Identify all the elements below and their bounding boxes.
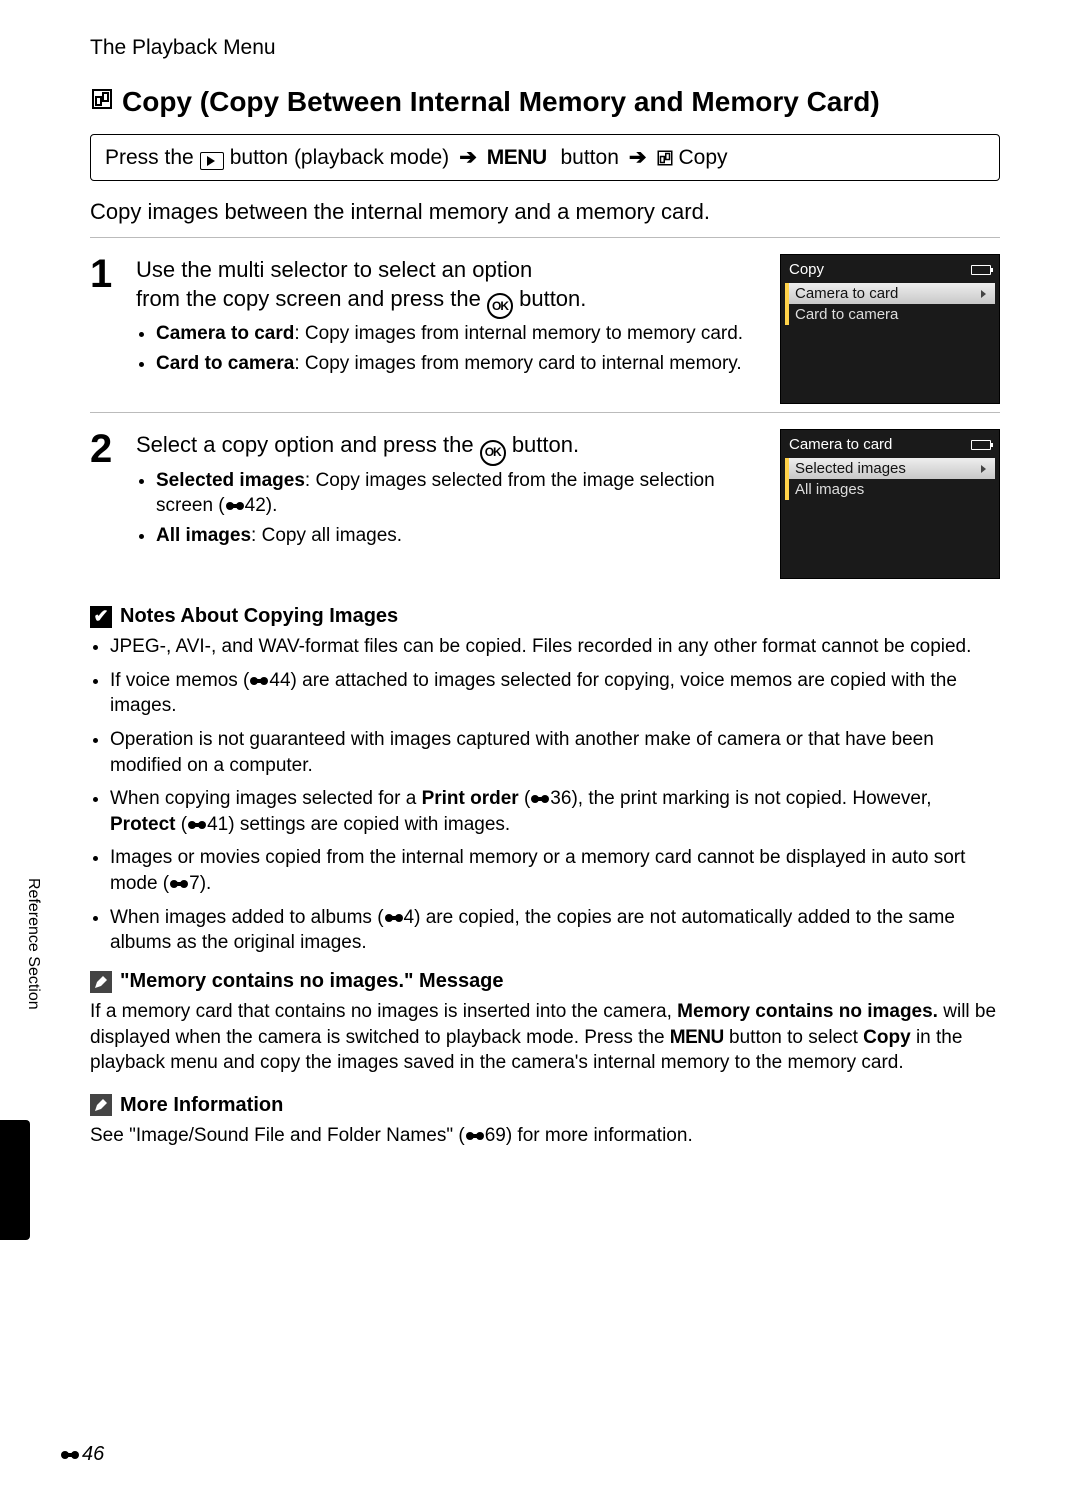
screen-item: Card to camera (789, 304, 995, 325)
reference-icon (225, 495, 245, 516)
note-item: When images added to albums (4) are copi… (110, 905, 1000, 956)
camera-screen-camera-to-card: Camera to card Selected images All image… (780, 429, 1000, 579)
note-item: If voice memos (44) are attached to imag… (110, 668, 1000, 719)
divider (90, 237, 1000, 238)
menu-button-label: MENU (487, 146, 547, 170)
step-bullets: Selected images: Copy images selected fr… (136, 468, 760, 549)
ok-button-icon: OK (487, 293, 513, 319)
side-tab-label: Reference Section (24, 878, 42, 1010)
note-item: When copying images selected for a Print… (110, 786, 1000, 837)
pencil-icon (90, 971, 112, 993)
copy-icon (90, 86, 114, 118)
copy-icon (656, 146, 674, 170)
reference-icon (187, 814, 207, 835)
ok-button-icon: OK (480, 440, 506, 466)
battery-icon (971, 440, 991, 450)
battery-icon (971, 265, 991, 275)
step-lead: Select a copy option and press the OK bu… (136, 431, 760, 462)
page-number: 46 (60, 1443, 104, 1466)
notes-heading: Notes About Copying Images (120, 605, 398, 628)
reference-icon (169, 873, 189, 894)
screen-item-selected: Camera to card (789, 283, 995, 304)
playback-button-icon (200, 152, 224, 170)
note-item: Images or movies copied from the interna… (110, 845, 1000, 896)
step-number: 1 (90, 254, 120, 404)
screen-title: Camera to card (789, 437, 892, 452)
step-1: 1 Use the multi selector to select an op… (90, 248, 1000, 404)
more-info-paragraph: See "Image/Sound File and Folder Names" … (90, 1123, 1000, 1149)
page-title: Copy (Copy Between Internal Memory and M… (90, 86, 1000, 118)
step-2: 2 Select a copy option and press the OK … (90, 423, 1000, 579)
check-icon: ✔ (90, 606, 112, 628)
step-lead: Use the multi selector to select an opti… (136, 256, 760, 315)
reference-icon (465, 1125, 485, 1146)
breadcrumb: The Playback Menu (90, 36, 1000, 60)
arrow-right-icon: ➔ (459, 145, 477, 170)
note-item: Operation is not guaranteed with images … (110, 727, 1000, 778)
pencil-icon (90, 1094, 112, 1116)
navigation-path-box: Press the button (playback mode) ➔ MENU … (90, 134, 1000, 181)
message-paragraph: If a memory card that contains no images… (90, 999, 1000, 1076)
screen-title: Copy (789, 262, 824, 277)
side-black-tab (0, 1120, 30, 1240)
screen-item-selected: Selected images (789, 458, 995, 479)
arrow-right-icon: ➔ (629, 145, 647, 170)
intro-text: Copy images between the internal memory … (90, 199, 1000, 225)
divider (90, 412, 1000, 413)
screen-item: All images (789, 479, 995, 500)
more-info-heading: More Information (120, 1094, 283, 1117)
reference-icon (60, 1443, 80, 1466)
step-bullets: Camera to card: Copy images from interna… (136, 321, 760, 376)
reference-icon (530, 788, 550, 809)
camera-screen-copy: Copy Camera to card Card to camera (780, 254, 1000, 404)
message-heading: "Memory contains no images." Message (120, 970, 504, 993)
reference-icon (384, 907, 404, 928)
reference-icon (249, 670, 269, 691)
note-item: JPEG-, AVI-, and WAV-format files can be… (110, 634, 1000, 660)
notes-section: ✔ Notes About Copying Images JPEG-, AVI-… (90, 605, 1000, 1149)
step-number: 2 (90, 429, 120, 579)
